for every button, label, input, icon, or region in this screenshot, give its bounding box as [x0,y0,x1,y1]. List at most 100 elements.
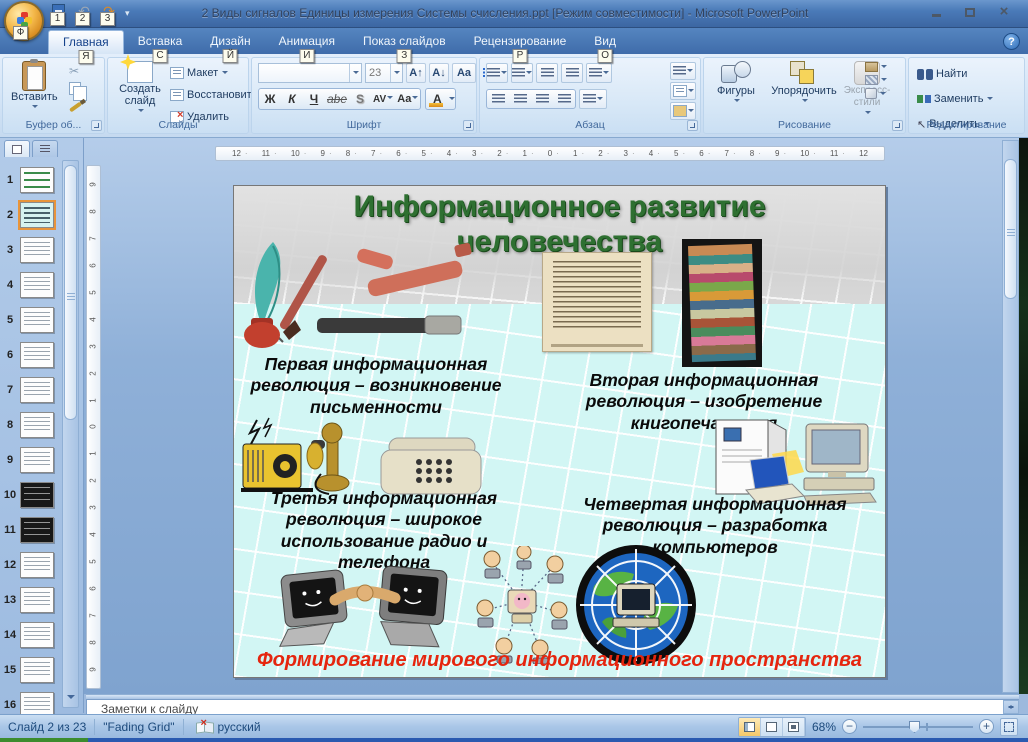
text-direction-button[interactable] [670,62,696,80]
help-button[interactable]: ? [1003,33,1020,50]
writing-tools-image[interactable] [239,236,494,354]
italic-button[interactable]: К [281,92,303,106]
thumbnail-slide-13[interactable]: 13 [0,582,62,617]
thumbnail-slide-7[interactable]: 7 [0,372,62,407]
notes-pane[interactable]: Заметки к слайду [86,700,1003,714]
thumbnail-slide-11[interactable]: 11 [0,512,62,547]
slide-canvas[interactable]: Информационное развитие человечества Пер… [233,185,886,678]
copy-button[interactable] [69,82,81,95]
shape-outline-button[interactable] [865,75,887,85]
text-shadow-button[interactable]: S [349,92,371,106]
thumbnail-slide-3[interactable]: 3 [0,232,62,267]
replace-button[interactable]: Заменить [917,89,993,109]
people-network-image[interactable] [472,546,570,664]
save-button[interactable]: 1 [50,3,68,21]
slide-sorter-button[interactable] [761,718,783,736]
spell-check-icon[interactable]: × [196,720,214,733]
notes-placeholder[interactable]: Заметки к слайду [87,700,1003,714]
zoom-in-button[interactable]: + [979,719,994,734]
new-slide-button[interactable]: Создать слайд [114,61,166,115]
tab-design[interactable]: ДизайнЙ [196,30,264,54]
thumbnail-slide-9[interactable]: 9 [0,442,62,477]
scroll-up-arrow[interactable] [1007,147,1015,155]
grow-font-button[interactable]: A↑ [406,63,426,83]
redo-button[interactable]: ↷ 3 [100,3,118,21]
align-left-button[interactable] [487,89,509,109]
reset-button[interactable]: Восстановить [170,85,257,105]
tab-insert[interactable]: ВставкаС [124,30,197,54]
minimize-button[interactable] [924,4,948,21]
thumbnail-scroll-down-arrow[interactable] [67,695,75,703]
font-color-button[interactable]: А [425,88,456,110]
language-indicator[interactable]: русский [218,720,261,734]
zoom-slider[interactable] [863,719,973,734]
books-stack-image[interactable] [682,239,762,367]
character-spacing-button[interactable]: AV [371,94,395,105]
main-vertical-scrollbar[interactable] [1002,140,1019,693]
paste-button[interactable]: Вставить [11,61,58,111]
shapes-button[interactable]: Фигуры [710,61,762,105]
shrink-font-button[interactable]: A↓ [429,63,449,83]
notes-scrollbar[interactable] [1003,700,1019,714]
zoom-level[interactable]: 68% [812,720,836,734]
align-right-button[interactable] [531,89,553,109]
paragraph-dialog-launcher[interactable] [687,120,698,131]
format-painter-button[interactable] [69,102,82,113]
thumbnail-slide-1[interactable]: 1 [0,162,62,197]
tab-view[interactable]: ВидО [580,30,630,54]
bold-button[interactable]: Ж [259,92,281,106]
align-center-button[interactable] [509,89,531,109]
layout-button[interactable]: Макет [170,63,257,83]
next-slide-button[interactable] [1007,657,1015,665]
clipboard-dialog-launcher[interactable] [91,120,102,131]
fit-slide-to-window-button[interactable] [1000,718,1018,736]
bullets-button[interactable] [486,63,508,83]
numbering-button[interactable] [511,63,533,83]
scroll-down-arrow[interactable] [1007,611,1015,619]
underline-button[interactable]: Ч [303,92,325,106]
thumbnail-slide-8[interactable]: 8 [0,407,62,442]
thumbnail-slide-15[interactable]: 15 [0,652,62,687]
thumbnail-slide-4[interactable]: 4 [0,267,62,302]
slideshow-button[interactable] [783,718,805,736]
outline-tab[interactable] [32,140,58,157]
line-spacing-button[interactable] [586,63,612,83]
computers-image[interactable] [654,414,879,506]
text-first-revolution[interactable]: Первая информационная революция – возник… [242,354,510,418]
align-text-button[interactable] [670,82,696,100]
previous-slide-button[interactable] [1007,633,1015,641]
thumbnail-scrollbar[interactable] [62,160,79,708]
tab-home[interactable]: ГлавнаяЯ [48,30,124,54]
increase-indent-button[interactable] [561,63,583,83]
thumbnail-slide-10[interactable]: 10 [0,477,62,512]
thumbnail-slide-12[interactable]: 12 [0,547,62,582]
decrease-indent-button[interactable] [536,63,558,83]
scrollbar-thumb[interactable] [1004,159,1017,299]
drawing-dialog-launcher[interactable] [892,120,903,131]
shape-effects-button[interactable] [865,88,887,99]
thumbnail-slide-14[interactable]: 14 [0,617,62,652]
manuscript-image[interactable] [542,252,652,352]
close-button[interactable]: × [992,4,1016,21]
justify-button[interactable] [553,89,575,109]
theme-name[interactable]: "Fading Grid" [103,720,174,734]
normal-view-button[interactable] [739,718,761,736]
thumbnail-slide-2[interactable]: 2 [0,197,62,232]
strikethrough-button[interactable]: abe [325,92,349,106]
zoom-out-button[interactable]: − [842,719,857,734]
slide-footer-text[interactable]: Формирование мирового информационного пр… [234,649,885,672]
font-dialog-launcher[interactable] [463,120,474,131]
font-name-combo[interactable] [258,63,362,83]
tab-review[interactable]: РецензированиеР [460,30,581,54]
tab-animation[interactable]: АнимацияИ [265,30,349,54]
qat-customize-button[interactable]: ▾ [125,3,137,23]
shape-fill-button[interactable] [865,62,887,72]
font-size-combo[interactable]: 23 [365,63,403,83]
find-button[interactable]: Найти [917,64,993,84]
globe-web-image[interactable] [572,544,700,666]
tab-slideshow[interactable]: Показ слайдовЗ [349,30,460,54]
zoom-slider-thumb[interactable] [909,721,920,733]
undo-button[interactable]: ↶ 2 [75,3,93,21]
clear-formatting-button[interactable]: Aa [452,63,476,83]
cut-button[interactable]: ✂ [69,64,82,78]
